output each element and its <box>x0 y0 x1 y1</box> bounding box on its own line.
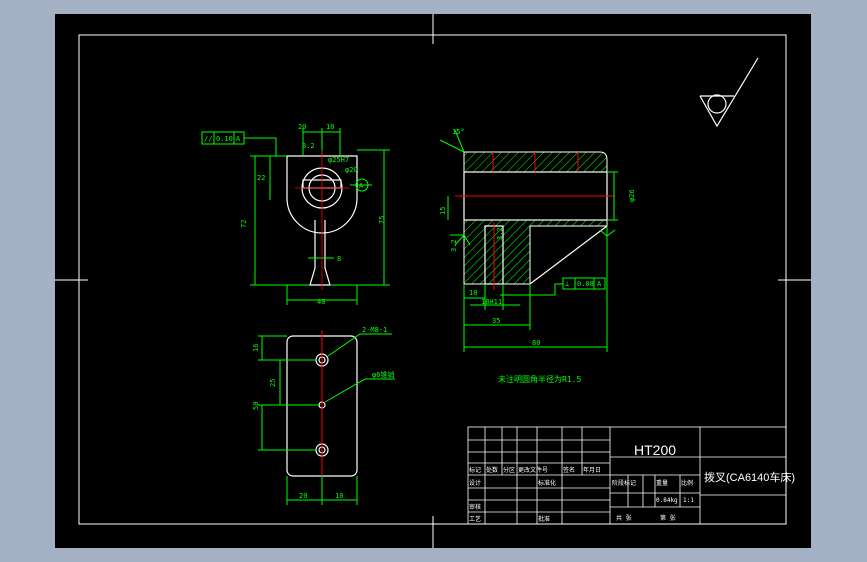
dim-height-right: 75 <box>378 216 386 224</box>
side-35: 35 <box>492 317 500 325</box>
bottom-25: 25 <box>269 379 277 387</box>
side-tol-value: 0.08 <box>577 280 594 288</box>
tb-design: 设计 <box>469 479 481 487</box>
bottom-20: 20 <box>299 492 307 500</box>
material-label: HT200 <box>634 442 676 458</box>
side-10: 10 <box>469 289 477 297</box>
callout-pin: φ6锥销 <box>372 370 394 379</box>
dim-width: 40 <box>317 298 325 306</box>
side-80: 80 <box>532 339 540 347</box>
tb-standard: 标准化 <box>538 479 556 487</box>
tb-weight: 0.84kg <box>656 497 678 504</box>
drawing-sheet <box>55 14 811 548</box>
tb-sign: 签名 <box>563 466 575 474</box>
tb-scale: 1:1 <box>683 497 694 504</box>
tb-process: 工艺 <box>469 515 481 523</box>
dim-stem: 8 <box>337 255 341 263</box>
side-rough-mid: 3.2 <box>496 227 504 240</box>
dim-upper: 22 <box>257 174 265 182</box>
technical-note: 未注明圆角半径为R1.5 <box>498 374 581 384</box>
tb-date: 年月日 <box>583 466 601 474</box>
tb-sheet-total: 共 张 <box>616 514 632 522</box>
dim-top-right: 10 <box>326 123 334 131</box>
tb-scale-label: 比例 <box>681 479 693 487</box>
dim-top-left: 20 <box>298 123 306 131</box>
tb-check: 审核 <box>469 503 481 511</box>
side-angle: 15° <box>452 128 465 136</box>
tb-approve: 批准 <box>538 515 550 523</box>
dim-angle: 3.2 <box>302 142 315 150</box>
callout-bore: φ25H7 <box>328 156 349 164</box>
side-tol-symbol: ⊥ <box>565 280 569 288</box>
bottom-10: 10 <box>335 492 343 500</box>
callout-thread: 2-M8-1 <box>362 326 387 334</box>
drawing-title: 拨叉(CA6140车床) <box>704 470 795 484</box>
tb-zone: 分区 <box>503 466 515 474</box>
side-hole: 18H11 <box>481 298 502 306</box>
front-tol-value: 0.10 <box>216 135 233 143</box>
bottom-16: 16 <box>252 344 260 352</box>
tb-sheet-num: 第 张 <box>660 514 676 522</box>
side-diameter: φ26 <box>628 189 636 202</box>
tb-mark: 标记 <box>469 466 481 474</box>
dim-height-left: 72 <box>240 220 248 228</box>
side-rough-left: 3.2 <box>450 239 458 252</box>
tb-stage: 阶段标记 <box>612 479 636 487</box>
bottom-50: 50 <box>252 402 260 410</box>
callout-inner: φ20 <box>345 166 358 174</box>
front-tol-symbol: // <box>204 135 212 143</box>
side-left: 15 <box>439 207 447 215</box>
cad-drawing-canvas: // 0.10 A 20 10 3.2 40 72 75 8 22 φ25H7 … <box>55 14 811 548</box>
tb-count: 处数 <box>486 466 498 474</box>
tb-change: 更改文件号 <box>518 466 548 474</box>
tb-weight-label: 重量 <box>656 479 668 487</box>
